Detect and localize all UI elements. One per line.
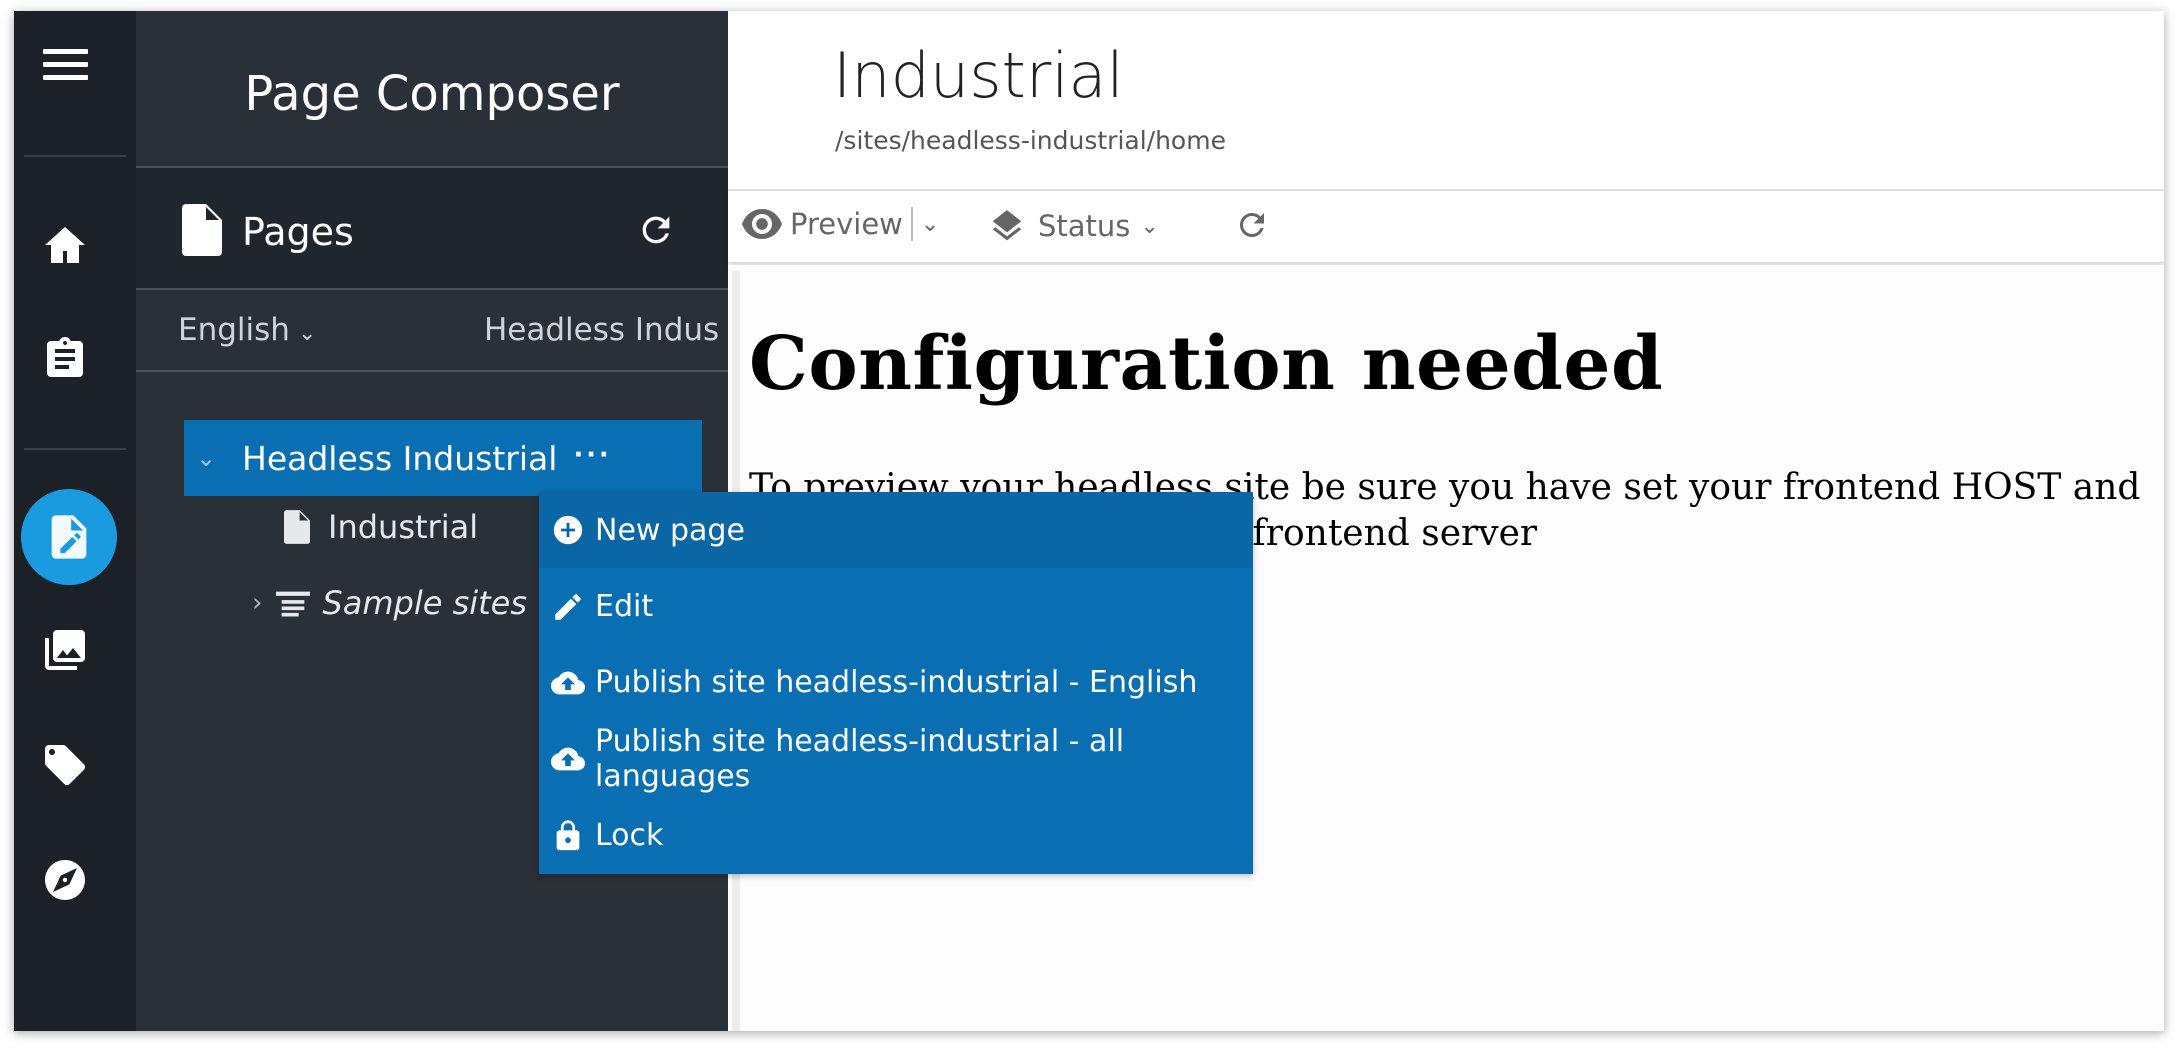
menu-item-label: Publish site headless-industrial - all l… [595, 724, 1125, 795]
chevron-down-icon[interactable]: ⌄ [196, 444, 232, 473]
menu-item-label: Edit [595, 589, 654, 625]
rail-divider [24, 448, 126, 450]
panel-title: Page Composer [244, 65, 620, 122]
refresh-icon [1240, 213, 1264, 237]
cloud-upload-icon [551, 666, 585, 700]
refresh-icon[interactable] [636, 210, 676, 250]
menu-item-edit[interactable]: Edit [539, 568, 1253, 644]
page-edit-icon[interactable] [21, 489, 117, 585]
compass-icon[interactable] [39, 854, 91, 906]
page-title: Industrial [833, 39, 1124, 112]
home-icon[interactable] [39, 219, 91, 271]
page-header: Industrial /sites/headless-industrial/ho… [728, 11, 2164, 191]
page-path: /sites/headless-industrial/home [835, 126, 1226, 155]
plus-circle-icon [551, 513, 585, 547]
language-value: English [178, 312, 290, 348]
layers-icon [992, 210, 1022, 241]
chevron-down-icon: ⌄ [297, 321, 317, 346]
reload-button[interactable] [1234, 207, 1270, 243]
rail-divider [24, 155, 126, 157]
menu-item-lock[interactable]: Lock [539, 798, 1253, 874]
chevron-down-icon: ⌄ [1140, 213, 1159, 239]
tree-item-label: Industrial [328, 508, 479, 546]
clipboard-icon[interactable] [39, 333, 91, 385]
site-select[interactable]: Headless Indus⌄ [484, 312, 724, 348]
pencil-icon [551, 590, 585, 624]
panel-header: Page Composer [136, 11, 728, 168]
list-icon [276, 591, 311, 617]
app-window: Page Composer Pages English ⌄ Headless In… [14, 11, 2164, 1031]
images-icon[interactable] [39, 624, 91, 676]
chevron-right-icon[interactable]: › [252, 588, 262, 618]
tree-item-sample-sites[interactable]: › Sample sites [252, 584, 527, 622]
status-button[interactable]: Status ⌄ [988, 207, 1159, 245]
chevron-down-icon[interactable]: ⌄ [921, 212, 939, 237]
toolbar-divider [910, 207, 913, 241]
tree-root-item[interactable]: ⌄ Headless Industrial ··· [184, 420, 702, 496]
selector-bar: English ⌄ Headless Indus⌄ [136, 290, 728, 372]
preview-label: Preview [790, 207, 903, 241]
preview-button[interactable]: Preview ⌄ [742, 207, 939, 241]
language-select[interactable]: English ⌄ [178, 312, 316, 348]
context-menu: New page Edit Publish site headless-indu… [539, 492, 1253, 874]
cloud-upload-icon [551, 742, 585, 776]
more-options-icon[interactable]: ··· [574, 436, 612, 473]
lock-icon [551, 819, 585, 853]
tree-item-label: Sample sites [322, 584, 528, 622]
eye-icon [742, 209, 782, 239]
tree-root-label: Headless Industrial [242, 438, 558, 478]
pages-bar: Pages [136, 168, 728, 290]
menu-item-publish-all[interactable]: Publish site headless-industrial - all l… [539, 721, 1253, 797]
site-value: Headless Indus [484, 312, 720, 348]
menu-item-label: New page [595, 512, 745, 548]
tree-item-industrial[interactable]: Industrial [284, 508, 478, 546]
menu-icon[interactable] [43, 49, 88, 83]
config-heading: Configuration needed [749, 321, 1664, 407]
icon-rail [14, 11, 136, 1031]
menu-item-new-page[interactable]: New page [539, 492, 1253, 569]
pages-label: Pages [242, 210, 354, 254]
menu-item-label: Lock [595, 818, 664, 854]
status-label: Status [1038, 209, 1131, 243]
file-icon [182, 204, 222, 256]
preview-toolbar: Preview ⌄ Status ⌄ [728, 191, 2164, 263]
menu-item-publish-english[interactable]: Publish site headless-industrial - Engli… [539, 645, 1253, 721]
tag-icon[interactable] [39, 739, 91, 791]
menu-item-label: Publish site headless-industrial - Engli… [595, 665, 1198, 701]
file-icon [284, 510, 310, 544]
